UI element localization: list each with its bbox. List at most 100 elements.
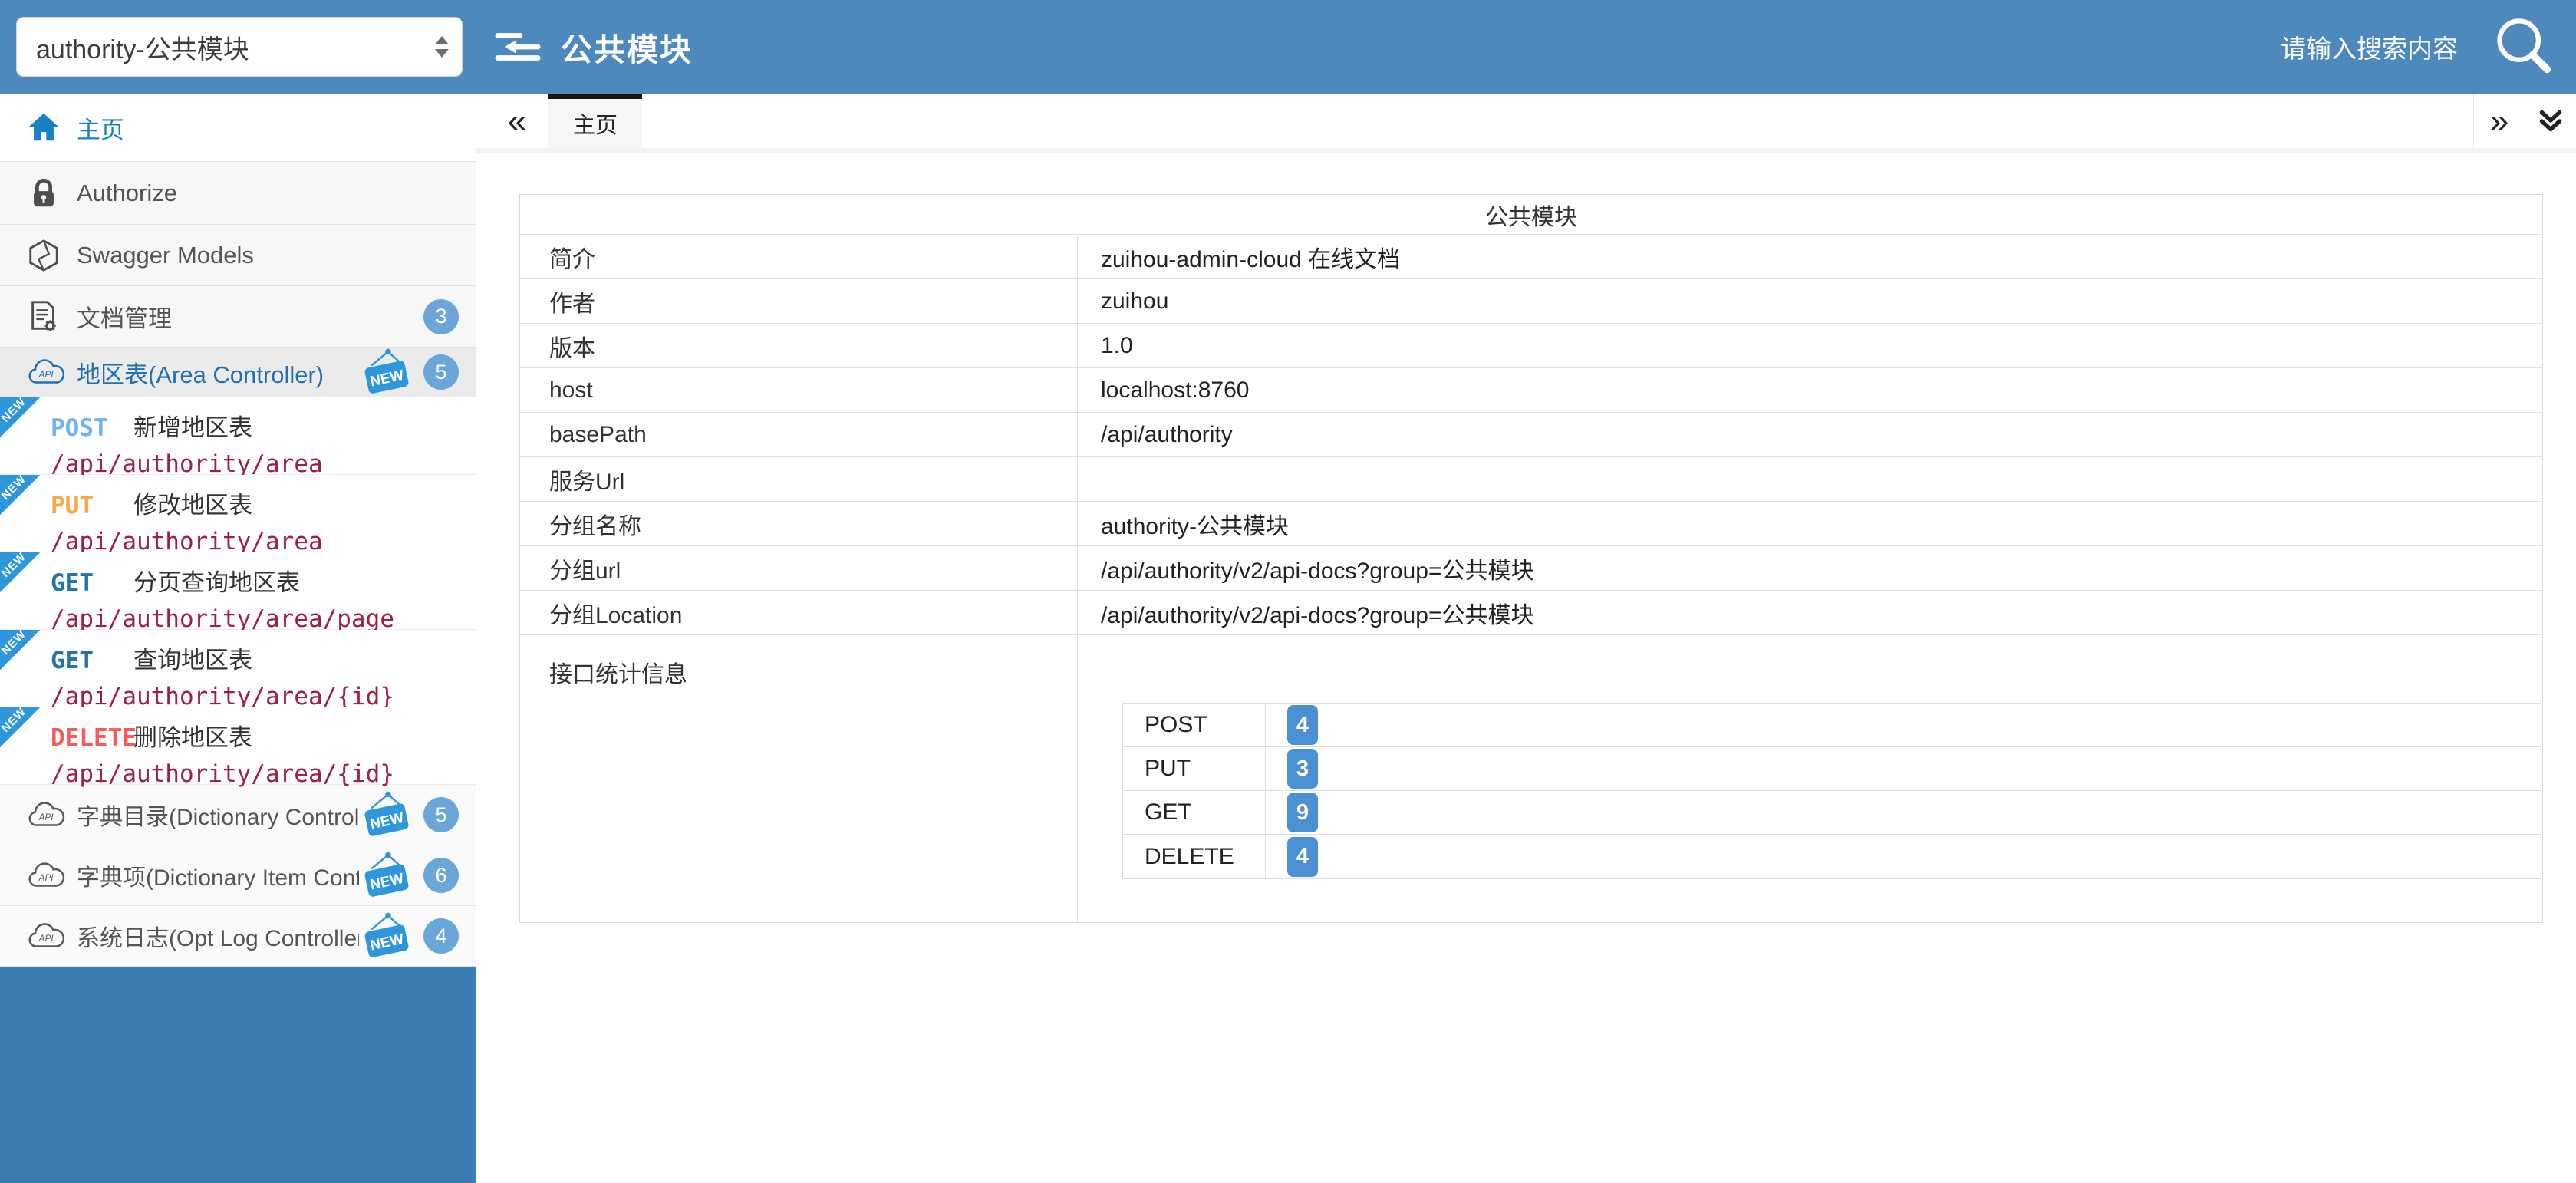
group-select-value: authority-公共模块 <box>36 28 249 66</box>
api-path: /api/authority/area <box>51 528 468 555</box>
api-name: 分页查询地区表 <box>133 563 300 598</box>
row-value: localhost:8760 <box>1078 377 2542 404</box>
new-sign-icon: NEW <box>359 851 414 900</box>
row-value: zuihou-admin-cloud 在线文档 <box>1078 240 2542 274</box>
row-value: /api/authority/v2/api-docs?group=公共模块 <box>1078 552 2542 585</box>
count-badge: 4 <box>423 918 459 954</box>
http-method: POST <box>51 414 133 442</box>
sidebar-item-label: Authorize <box>77 180 459 207</box>
api-path: /api/authority/area <box>51 450 468 478</box>
count-badge: 5 <box>423 354 459 390</box>
table-row: basePath /api/authority <box>520 412 2542 456</box>
sidebar-item-opt-log-controller[interactable]: API 系统日志(Opt Log Controller) NEW 4 <box>0 906 476 967</box>
api-operation-list: NEW POST 新增地区表 /api/authority/area NEW P… <box>0 397 476 785</box>
http-method: DELETE <box>51 724 133 752</box>
stats-row: GET 9 <box>1123 791 2541 835</box>
header-bar: authority-公共模块 公共模块 请输入搜索内容 <box>0 0 2576 94</box>
row-value: authority-公共模块 <box>1078 507 2542 541</box>
api-cloud-icon: API <box>26 920 77 952</box>
api-name: 查询地区表 <box>133 641 252 675</box>
models-icon <box>26 238 77 273</box>
stats-count-badge: 4 <box>1287 837 1318 877</box>
count-badge: 3 <box>423 299 459 334</box>
tab-scroll-right-button[interactable]: » <box>2473 94 2525 148</box>
select-spinner-icon <box>435 36 449 58</box>
api-item[interactable]: NEW DELETE 删除地区表 /api/authority/area/{id… <box>0 707 476 785</box>
table-row: 简介 zuihou-admin-cloud 在线文档 <box>520 234 2542 278</box>
row-label: 服务Url <box>520 457 1078 501</box>
group-select[interactable]: authority-公共模块 <box>16 17 463 77</box>
row-value: POST 4 PUT 3 GET 9 <box>1078 635 2542 922</box>
method-stats-table: POST 4 PUT 3 GET 9 <box>1122 703 2541 879</box>
new-sign-icon: NEW <box>359 911 414 961</box>
search-icon[interactable] <box>2492 15 2556 79</box>
http-method: PUT <box>51 492 133 519</box>
count-badge: 5 <box>423 797 459 832</box>
stats-row: PUT 3 <box>1123 747 2541 791</box>
sidebar-item-swagger-models[interactable]: Swagger Models <box>0 225 476 286</box>
row-label: basePath <box>520 413 1078 456</box>
sidebar-item-label: 系统日志(Opt Log Controller) <box>77 919 359 953</box>
row-label: 分组名称 <box>520 502 1078 545</box>
stats-row: POST 4 <box>1123 704 2541 747</box>
sidebar-item-label: Swagger Models <box>77 242 459 269</box>
table-row: 分组url /api/authority/v2/api-docs?group=公… <box>520 545 2542 590</box>
home-icon <box>26 110 77 145</box>
row-value: /api/authority <box>1078 422 2542 448</box>
table-row: 服务Url <box>520 456 2542 501</box>
sidebar-item-home[interactable]: 主页 <box>0 94 476 162</box>
api-path: /api/authority/area/{id} <box>51 683 468 710</box>
api-item[interactable]: NEW POST 新增地区表 /api/authority/area <box>0 397 476 475</box>
double-chevron-down-icon <box>2537 107 2564 135</box>
new-sign-icon: NEW <box>359 790 414 839</box>
row-label: 分组url <box>520 546 1078 590</box>
svg-text:API: API <box>38 934 54 944</box>
row-label: 作者 <box>520 279 1078 323</box>
http-method: GET <box>51 647 133 674</box>
sidebar-item-doc-manage[interactable]: 文档管理 3 <box>0 286 476 348</box>
row-value: zuihou <box>1078 288 2542 315</box>
swagger-doc-app: authority-公共模块 公共模块 请输入搜索内容 <box>0 0 2576 1183</box>
tab-home[interactable]: 主页 <box>548 94 642 148</box>
stats-count-badge: 9 <box>1287 793 1318 832</box>
api-cloud-icon: API <box>26 356 77 388</box>
api-cloud-icon: API <box>26 859 77 891</box>
svg-text:API: API <box>38 370 54 380</box>
new-ribbon-icon: NEW <box>0 552 40 592</box>
table-row: 作者 zuihou <box>520 278 2542 323</box>
api-name: 新增地区表 <box>133 408 252 443</box>
sidebar-item-label: 主页 <box>77 110 459 145</box>
api-item[interactable]: NEW GET 分页查询地区表 /api/authority/area/page <box>0 552 476 630</box>
sidebar-item-label: 文档管理 <box>77 299 423 334</box>
new-ribbon-icon: NEW <box>0 475 40 515</box>
new-ribbon-icon: NEW <box>0 397 40 437</box>
sidebar-item-label: 地区表(Area Controller) <box>77 355 359 390</box>
table-row: 分组Location /api/authority/v2/api-docs?gr… <box>520 590 2542 634</box>
api-cloud-icon: API <box>26 799 77 831</box>
table-title: 公共模块 <box>520 195 2542 234</box>
tab-list-dropdown-button[interactable] <box>2525 94 2576 148</box>
header-title-group: 公共模块 <box>495 24 693 70</box>
row-label: 简介 <box>520 235 1078 278</box>
sidebar-item-authorize[interactable]: Authorize <box>0 162 476 225</box>
svg-text:API: API <box>38 873 54 883</box>
page-title: 公共模块 <box>561 24 693 70</box>
tab-bar: « 主页 » <box>476 94 2576 153</box>
search-input[interactable]: 请输入搜索内容 <box>2281 28 2458 65</box>
api-item[interactable]: NEW GET 查询地区表 /api/authority/area/{id} <box>0 630 476 707</box>
tab-scroll-left-button[interactable]: « <box>493 94 541 148</box>
row-label: 接口统计信息 <box>520 635 1078 922</box>
table-row: 分组名称 authority-公共模块 <box>520 501 2542 545</box>
count-badge: 6 <box>423 858 459 893</box>
sidebar-item-dictionary-controller[interactable]: API 字典目录(Dictionary Controller) NEW 5 <box>0 785 476 845</box>
sidebar: 主页 Authorize <box>0 94 476 1183</box>
menu-fold-icon[interactable] <box>495 28 542 66</box>
header-search: 请输入搜索内容 <box>2281 15 2576 79</box>
api-item[interactable]: NEW PUT 修改地区表 /api/authority/area <box>0 475 476 552</box>
sidebar-item-dictionary-item-controller[interactable]: API 字典项(Dictionary Item Controller) NEW … <box>0 845 476 906</box>
main-area: « 主页 » 公共模块 简介 zuihou-admin-cloud 在线文档 <box>476 94 2576 1183</box>
lock-icon <box>26 176 77 211</box>
table-row-stats: 接口统计信息 POST 4 PUT 3 <box>520 634 2542 922</box>
sidebar-item-area-controller[interactable]: API 地区表(Area Controller) NEW 5 <box>0 348 476 397</box>
stats-count-badge: 4 <box>1287 705 1318 745</box>
